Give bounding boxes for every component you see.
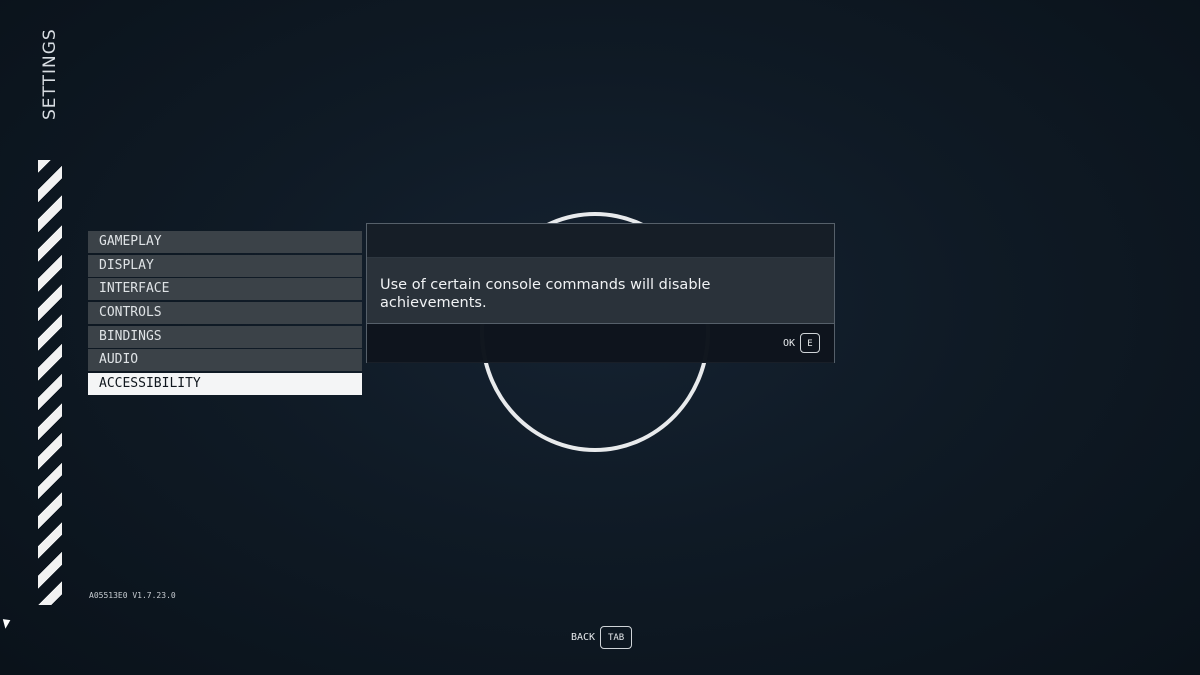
menu-item-audio[interactable]: AUDIO — [88, 349, 362, 372]
back-label: BACK — [571, 632, 596, 643]
ok-key-hint: E — [800, 333, 820, 353]
dialog-header — [367, 224, 834, 258]
ok-button[interactable]: OK E — [783, 333, 820, 353]
menu-item-gameplay[interactable]: GAMEPLAY — [88, 231, 362, 253]
mouse-cursor-icon — [2, 617, 13, 629]
back-button[interactable]: BACK TAB — [571, 626, 633, 649]
warning-dialog: Use of certain console commands will dis… — [366, 223, 835, 363]
menu-item-interface[interactable]: INTERFACE — [88, 278, 362, 301]
menu-item-display[interactable]: DISPLAY — [88, 254, 362, 277]
menu-item-accessibility[interactable]: ACCESSIBILITY — [88, 373, 362, 396]
menu-item-bindings[interactable]: BINDINGS — [88, 325, 362, 348]
version-label: A05513E0 V1.7.23.0 — [89, 591, 176, 600]
menu-item-controls[interactable]: CONTROLS — [88, 302, 362, 325]
ok-label: OK — [782, 337, 795, 349]
decorative-stripes — [38, 160, 62, 605]
dialog-message: Use of certain console commands will dis… — [367, 258, 834, 324]
page-title: SETTINGS — [40, 28, 60, 120]
settings-menu: GAMEPLAY DISPLAY INTERFACE CONTROLS BIND… — [88, 231, 362, 397]
dialog-footer: OK E — [367, 324, 834, 363]
back-key-hint: TAB — [600, 626, 633, 649]
